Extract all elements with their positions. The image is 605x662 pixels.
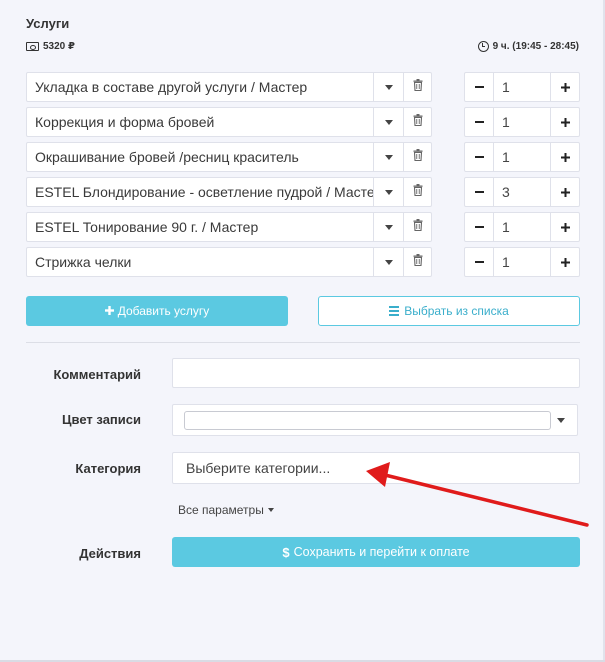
annotation-arrow-icon bbox=[366, 462, 589, 527]
